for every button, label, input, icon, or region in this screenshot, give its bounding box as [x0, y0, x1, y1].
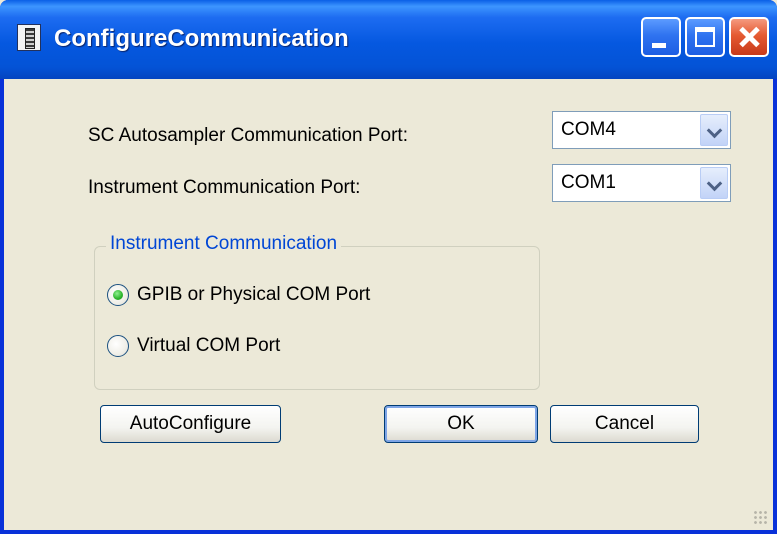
- close-button[interactable]: [729, 17, 769, 57]
- autosampler-port-value: COM4: [561, 119, 616, 140]
- instrument-communication-group: [94, 246, 540, 390]
- radio-button-checked[interactable]: [107, 284, 129, 306]
- radio-label: GPIB or Physical COM Port: [137, 284, 371, 305]
- minimize-button[interactable]: [641, 17, 681, 57]
- autoconfigure-button[interactable]: AutoConfigure: [100, 405, 281, 443]
- window-title: ConfigureCommunication: [54, 25, 349, 52]
- cancel-button[interactable]: Cancel: [550, 405, 699, 443]
- instrument-port-label: Instrument Communication Port:: [88, 177, 361, 198]
- app-icon: [17, 24, 41, 51]
- chevron-down-icon[interactable]: [700, 167, 728, 199]
- radio-button[interactable]: [107, 335, 129, 357]
- dialog-window: ConfigureCommunication SC Autosampler Co…: [0, 0, 777, 534]
- chevron-down-icon[interactable]: [700, 114, 728, 146]
- title-bar[interactable]: ConfigureCommunication: [0, 0, 777, 79]
- maximize-icon: [695, 27, 715, 47]
- group-legend: Instrument Communication: [106, 233, 342, 255]
- ok-button[interactable]: OK: [384, 405, 538, 443]
- maximize-button[interactable]: [685, 17, 725, 57]
- radio-label: Virtual COM Port: [137, 335, 281, 356]
- resize-grip[interactable]: [753, 510, 767, 524]
- autosampler-port-label: SC Autosampler Communication Port:: [88, 125, 408, 146]
- instrument-port-value: COM1: [561, 172, 616, 193]
- close-icon: [731, 19, 767, 55]
- minimize-icon: [652, 43, 666, 48]
- instrument-port-select[interactable]: COM1: [552, 164, 731, 202]
- autosampler-port-select[interactable]: COM4: [552, 111, 731, 149]
